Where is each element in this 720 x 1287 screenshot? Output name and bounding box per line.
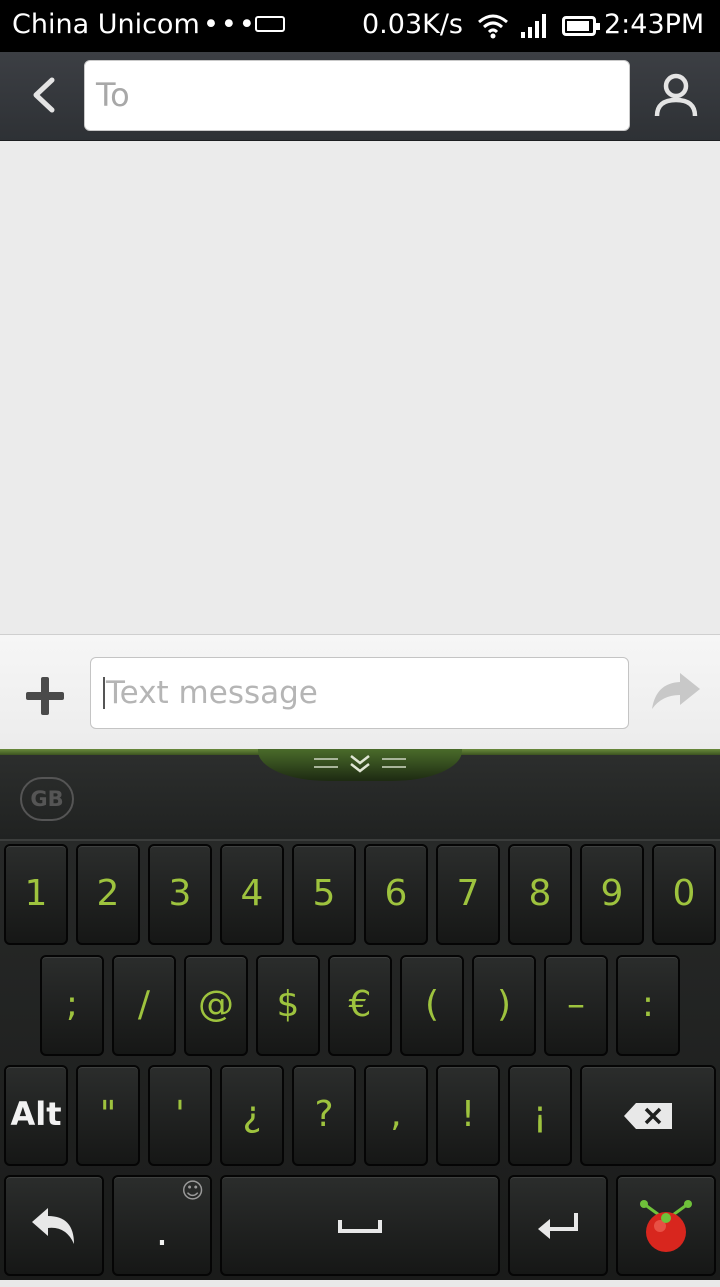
send-arrow-icon (652, 673, 700, 709)
backspace-icon (624, 1102, 672, 1129)
wifi-icon (478, 14, 508, 39)
key-2[interactable]: 2 (76, 844, 140, 945)
keyboard-menu-key[interactable] (616, 1175, 716, 1276)
key-open-paren[interactable]: ( (400, 955, 464, 1056)
message-thread-area (0, 141, 720, 634)
backspace-key[interactable] (580, 1065, 716, 1166)
key-double-quote[interactable]: " (76, 1065, 140, 1166)
key-inverted-question[interactable]: ¿ (220, 1065, 284, 1166)
key-slash[interactable]: / (112, 955, 176, 1056)
back-button[interactable] (20, 70, 70, 120)
key-question[interactable]: ? (292, 1065, 356, 1166)
space-icon (338, 1219, 382, 1233)
space-key[interactable] (220, 1175, 500, 1276)
attach-button[interactable] (22, 673, 68, 719)
key-0[interactable]: 0 (652, 844, 716, 945)
key-inverted-exclamation[interactable]: ¡ (508, 1065, 572, 1166)
key-semicolon[interactable]: ; (40, 955, 104, 1056)
bug-mascot-icon (640, 1199, 692, 1252)
key-at[interactable]: @ (184, 955, 248, 1056)
undo-arrow-icon (32, 1207, 74, 1244)
key-dash[interactable]: – (544, 955, 608, 1056)
person-icon (654, 73, 698, 117)
key-close-paren[interactable]: ) (472, 955, 536, 1056)
key-9[interactable]: 9 (580, 844, 644, 945)
signal-icon (521, 14, 546, 38)
plus-icon (26, 677, 64, 715)
composer-bar: Text message (0, 634, 720, 750)
key-8[interactable]: 8 (508, 844, 572, 945)
key-period[interactable]: . ☺ (112, 1175, 212, 1276)
keyboard: GB 1 2 3 4 5 6 7 8 9 0 ; / @ $ € ( ) – :… (0, 749, 720, 1280)
key-alt[interactable]: Alt (4, 1065, 68, 1166)
key-exclamation[interactable]: ! (436, 1065, 500, 1166)
gb-logo-icon[interactable]: GB (20, 777, 74, 821)
smiley-icon: ☺ (181, 1179, 204, 1204)
key-apostrophe[interactable]: ' (148, 1065, 212, 1166)
period-label: . (155, 1209, 169, 1255)
chevron-left-icon (33, 77, 55, 113)
contact-picker-button[interactable] (650, 70, 702, 122)
net-speed: 0.03K/s (362, 9, 463, 40)
send-button[interactable] (650, 669, 702, 715)
keyboard-icon (255, 16, 285, 32)
clock: 2:43PM (604, 9, 705, 40)
enter-icon (538, 1212, 578, 1239)
message-input[interactable]: Text message (90, 657, 629, 729)
key-6[interactable]: 6 (364, 844, 428, 945)
key-1[interactable]: 1 (4, 844, 68, 945)
key-euro[interactable]: € (328, 955, 392, 1056)
collapse-handle-icon[interactable] (312, 753, 408, 777)
recipient-input[interactable]: To (84, 60, 630, 131)
battery-icon (562, 16, 600, 36)
text-cursor (103, 677, 105, 709)
compose-header: To (0, 52, 720, 141)
carrier-label: China Unicom (12, 9, 200, 40)
key-7[interactable]: 7 (436, 844, 500, 945)
key-5[interactable]: 5 (292, 844, 356, 945)
status-bar: China Unicom ••• 0.03K/s 2:43PM (0, 0, 720, 52)
key-4[interactable]: 4 (220, 844, 284, 945)
key-colon[interactable]: : (616, 955, 680, 1056)
key-dollar[interactable]: $ (256, 955, 320, 1056)
enter-key[interactable] (508, 1175, 608, 1276)
key-comma[interactable]: , (364, 1065, 428, 1166)
key-3[interactable]: 3 (148, 844, 212, 945)
undo-key[interactable] (4, 1175, 104, 1276)
status-dots: ••• (203, 9, 257, 40)
message-placeholder: Text message (106, 675, 318, 711)
